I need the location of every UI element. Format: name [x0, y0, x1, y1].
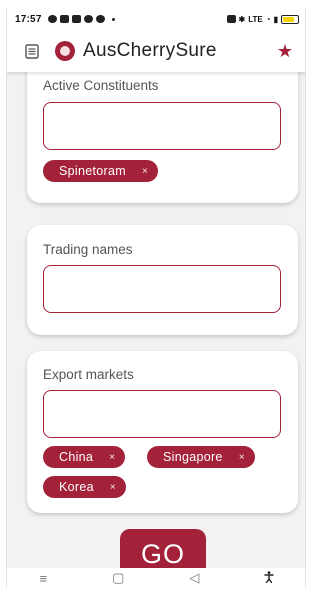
status-bar: 17:57 ✱ LTE ◔ ▮ [7, 8, 305, 30]
chip-remove-icon[interactable]: × [239, 452, 245, 463]
export-markets-label: Export markets [43, 367, 134, 382]
chip-remove-icon[interactable]: × [109, 452, 115, 463]
chip-remove-icon[interactable]: × [110, 482, 116, 493]
notification-icon [47, 15, 57, 23]
active-constituents-label: Active Constituents [43, 78, 159, 93]
recent-apps-icon[interactable]: ≡ [40, 571, 48, 586]
bluetooth-icon: ✱ [238, 14, 246, 24]
message-icon [71, 15, 81, 23]
active-constituents-card: Active Constituents Spinetoram × [27, 72, 298, 203]
back-icon[interactable]: ◁ [189, 570, 199, 586]
app-title: AusCherrySure [83, 40, 217, 61]
chip-spinetoram[interactable]: Spinetoram × [43, 160, 159, 182]
export-markets-card: Export markets China × Singapore × Korea… [27, 351, 298, 513]
trading-names-label: Trading names [43, 242, 133, 257]
trading-names-card: Trading names [27, 225, 298, 335]
status-time: 17:57 [15, 13, 42, 25]
status-right: ✱ LTE ◔ ▮ [226, 14, 299, 24]
chip-remove-icon[interactable]: × [142, 166, 148, 177]
active-constituents-input[interactable] [43, 102, 281, 150]
instagram-icon [83, 15, 93, 23]
more-notifications-icon [111, 17, 115, 21]
chip-singapore[interactable]: Singapore × [147, 446, 255, 468]
network-label: LTE [248, 14, 263, 24]
home-icon[interactable]: ▢ [112, 570, 124, 586]
export-markets-input[interactable] [43, 390, 281, 438]
cherry-logo [55, 41, 75, 61]
accessibility-icon[interactable] [264, 570, 275, 586]
wifi-icon: ◔ [265, 14, 271, 24]
notification-icons [47, 15, 115, 23]
star-icon[interactable]: ★ [277, 41, 293, 62]
app-bar: AusCherrySure ★ [7, 30, 305, 72]
signal-icon: ▮ [273, 14, 278, 24]
chip-label: Singapore [163, 450, 223, 464]
chip-label: Spinetoram [59, 164, 126, 178]
chip-korea[interactable]: Korea × [43, 476, 126, 498]
chip-label: China [59, 450, 94, 464]
document-icon[interactable] [17, 43, 47, 59]
trading-names-input[interactable] [43, 265, 281, 313]
system-nav-bar: ≡ ▢ ◁ [7, 568, 305, 588]
video-icon [59, 15, 69, 23]
app-screen: 17:57 ✱ LTE ◔ ▮ AusCherrySure ★ Active C… [6, 8, 306, 588]
go-button[interactable]: GO [120, 529, 206, 568]
chip-china[interactable]: China × [43, 446, 126, 468]
form-content[interactable]: Active Constituents Spinetoram × Trading… [7, 72, 305, 568]
app-icon [95, 15, 105, 23]
chip-label: Korea [59, 480, 94, 494]
nfc-icon [226, 15, 236, 23]
battery-icon [281, 14, 299, 24]
